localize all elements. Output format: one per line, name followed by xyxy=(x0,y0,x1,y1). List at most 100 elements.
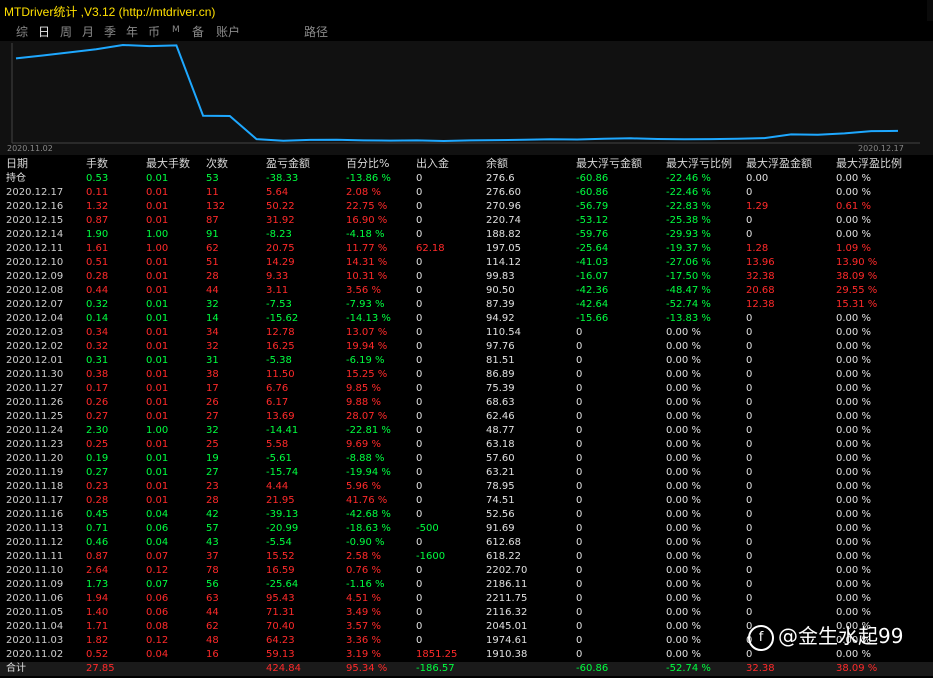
table-row[interactable]: 2020.11.09 1.73 0.07 56 -25.64 -1.16 % 0 2186.1… xyxy=(0,578,933,592)
table-total-row[interactable]: 合计 27.85 424.84 95.34 % -186.57 -60.86 -52.74 … xyxy=(0,662,933,676)
table-cell: 13.96 xyxy=(746,257,775,268)
table-row[interactable]: 2020.11.25 0.27 0.01 27 13.69 28.07 % 0 62.46 0 0… xyxy=(0,410,933,424)
column-header[interactable]: 余额 xyxy=(486,156,508,172)
table-cell: 62 xyxy=(206,243,219,254)
column-header[interactable]: 最大浮亏金额 xyxy=(576,156,642,172)
table-row[interactable]: 2020.11.13 0.71 0.06 57 -20.99 -18.63 % -500 91… xyxy=(0,522,933,536)
table-cell: 0.00 % xyxy=(666,453,701,464)
table-cell: 0 xyxy=(746,425,753,436)
table-cell: 1851.25 xyxy=(416,649,458,660)
table-cell: 0 xyxy=(576,453,583,464)
table-cell: 0.07 xyxy=(146,551,169,562)
table-cell: 42 xyxy=(206,509,219,520)
table-row[interactable]: 2020.11.11 0.87 0.07 37 15.52 2.58 % -1600 618.… xyxy=(0,550,933,564)
table-row[interactable]: 持仓 0.53 0.01 53 -38.33 -13.86 % 0 276.6 -60.86 -2… xyxy=(0,172,933,186)
table-row[interactable]: 2020.11.20 0.19 0.01 19 -5.61 -8.88 % 0 57.60 0 0… xyxy=(0,452,933,466)
table-cell: 0 xyxy=(416,187,423,198)
table-row[interactable]: 2020.11.23 0.25 0.01 25 5.58 9.69 % 0 63.18 0 0.0… xyxy=(0,438,933,452)
table-cell: 2020.11.27 xyxy=(6,383,64,394)
table-row[interactable]: 2020.12.10 0.51 0.01 51 14.29 14.31 % 0 114.12 -… xyxy=(0,256,933,270)
table-row[interactable]: 2020.12.09 0.28 0.01 28 9.33 10.31 % 0 99.83 -16… xyxy=(0,270,933,284)
table-row[interactable]: 2020.11.16 0.45 0.04 42 -39.13 -42.68 % 0 52.56… xyxy=(0,508,933,522)
table-row[interactable]: 2020.11.05 1.40 0.06 44 71.31 3.49 % 0 2116.32 0… xyxy=(0,606,933,620)
column-header[interactable]: 日期 xyxy=(6,156,28,172)
column-header[interactable]: 最大浮盈比例 xyxy=(836,156,902,172)
table-cell: 10.31 % xyxy=(346,271,388,282)
table-cell: 6.17 xyxy=(266,397,289,408)
column-header[interactable]: 手数 xyxy=(86,156,108,172)
toolbar-tab-1[interactable]: 日 xyxy=(38,23,50,40)
table-cell: 188.82 xyxy=(486,229,521,240)
table-cell: 0.04 xyxy=(146,649,169,660)
table-cell: 0.19 xyxy=(86,453,109,464)
table-cell: 0.01 xyxy=(146,215,169,226)
table-cell: 220.74 xyxy=(486,215,521,226)
column-header[interactable]: 出入金 xyxy=(416,156,449,172)
toolbar-tab-9[interactable]: 账户 xyxy=(216,23,240,40)
table-cell: 38.09 % xyxy=(836,663,878,674)
table-cell: 0 xyxy=(416,579,423,590)
table-row[interactable]: 2020.11.27 0.17 0.01 17 6.76 9.85 % 0 75.39 0 0.0… xyxy=(0,382,933,396)
table-cell: 44 xyxy=(206,607,219,618)
toolbar-tab-6[interactable]: 币 xyxy=(148,23,160,40)
table-row[interactable]: 2020.12.08 0.44 0.01 44 3.11 3.56 % 0 90.50 -42.… xyxy=(0,284,933,298)
column-header[interactable]: 百分比% xyxy=(346,156,389,172)
table-cell: -15.62 xyxy=(266,313,299,324)
table-row[interactable]: 2020.11.26 0.26 0.01 26 6.17 9.88 % 0 68.63 0 0.0… xyxy=(0,396,933,410)
toolbar-tab-3[interactable]: 月 xyxy=(82,23,94,40)
column-header[interactable]: 次数 xyxy=(206,156,228,172)
table-row[interactable]: 2020.12.16 1.32 0.01 132 50.22 22.75 % 0 270.96… xyxy=(0,200,933,214)
table-row[interactable]: 2020.11.12 0.46 0.04 43 -5.54 -0.90 % 0 612.68 0… xyxy=(0,536,933,550)
table-cell: 20.75 xyxy=(266,243,295,254)
table-cell: 15.25 % xyxy=(346,369,388,380)
table-cell: 0.04 xyxy=(146,509,169,520)
table-row[interactable]: 2020.11.30 0.38 0.01 38 11.50 15.25 % 0 86.89 0 0… xyxy=(0,368,933,382)
column-header[interactable]: 最大手数 xyxy=(146,156,190,172)
table-cell: 99.83 xyxy=(486,271,515,282)
table-row[interactable]: 2020.11.17 0.28 0.01 28 21.95 41.76 % 0 74.51 0 0… xyxy=(0,494,933,508)
table-cell: 0.00 % xyxy=(666,579,701,590)
table-cell: -7.53 xyxy=(266,299,292,310)
table-cell: 2020.11.26 xyxy=(6,397,64,408)
table-row[interactable]: 2020.12.14 1.90 1.00 91 -8.23 -4.18 % 0 188.82 -… xyxy=(0,228,933,242)
table-row[interactable]: 2020.12.17 0.11 0.01 11 5.64 2.08 % 0 276.60 -60… xyxy=(0,186,933,200)
table-cell: 0.00 % xyxy=(836,509,871,520)
table-row[interactable]: 2020.11.19 0.27 0.01 27 -15.74 -19.94 % 0 63.21… xyxy=(0,466,933,480)
table-cell: 9.33 xyxy=(266,271,289,282)
toolbar-tab-2[interactable]: 周 xyxy=(60,23,72,40)
table-row[interactable]: 2020.11.06 1.94 0.06 63 95.43 4.51 % 0 2211.75 0… xyxy=(0,592,933,606)
table-cell: 0 xyxy=(416,467,423,478)
toolbar-tab-8[interactable]: 备 xyxy=(192,23,204,40)
toolbar-tab-5[interactable]: 年 xyxy=(126,23,138,40)
table-row[interactable]: 2020.11.18 0.23 0.01 23 4.44 5.96 % 0 78.95 0 0.0… xyxy=(0,480,933,494)
table-cell: 0 xyxy=(746,579,753,590)
table-row[interactable]: 2020.12.01 0.31 0.01 31 -5.38 -6.19 % 0 81.51 0 0… xyxy=(0,354,933,368)
table-row[interactable]: 2020.11.10 2.64 0.12 78 16.59 0.76 % 0 2202.70 0… xyxy=(0,564,933,578)
table-row[interactable]: 2020.12.03 0.34 0.01 34 12.78 13.07 % 0 110.54 0… xyxy=(0,326,933,340)
table-cell: 68.63 xyxy=(486,397,515,408)
toolbar-tab-4[interactable]: 季 xyxy=(104,23,116,40)
table-cell: 2045.01 xyxy=(486,621,528,632)
table-cell: -42.68 % xyxy=(346,509,391,520)
table-cell: -42.36 xyxy=(576,285,609,296)
column-header[interactable]: 最大浮盈金额 xyxy=(746,156,812,172)
table-cell: 0.23 xyxy=(86,481,109,492)
column-header[interactable]: 最大浮亏比例 xyxy=(666,156,732,172)
table-row[interactable]: 2020.12.02 0.32 0.01 32 16.25 19.94 % 0 97.76 0 0… xyxy=(0,340,933,354)
table-row[interactable]: 2020.12.07 0.32 0.01 32 -7.53 -7.93 % 0 87.39 -4… xyxy=(0,298,933,312)
table-row[interactable]: 2020.12.04 0.14 0.01 14 -15.62 -14.13 % 0 94.92… xyxy=(0,312,933,326)
toolbar-tab-7[interactable]: M xyxy=(172,25,180,35)
column-header[interactable]: 盈亏金额 xyxy=(266,156,310,172)
table-cell: 0.00 % xyxy=(666,537,701,548)
toolbar-tab-10[interactable]: 路径 xyxy=(304,23,328,40)
table-cell: 0 xyxy=(416,537,423,548)
table-row[interactable]: 2020.12.15 0.87 0.01 87 31.92 16.90 % 0 220.74 -… xyxy=(0,214,933,228)
toolbar-tab-0[interactable]: 综 xyxy=(16,23,28,40)
table-cell: 0.00 % xyxy=(666,341,701,352)
table-row[interactable]: 2020.12.11 1.61 1.00 62 20.75 11.77 % 62.18 197… xyxy=(0,242,933,256)
table-cell: 0.76 % xyxy=(346,565,381,576)
table-cell: 19 xyxy=(206,453,219,464)
table-row[interactable]: 2020.11.24 2.30 1.00 32 -14.41 -22.81 % 0 48.77… xyxy=(0,424,933,438)
table-cell: 0 xyxy=(746,481,753,492)
table-cell: 0.01 xyxy=(146,383,169,394)
